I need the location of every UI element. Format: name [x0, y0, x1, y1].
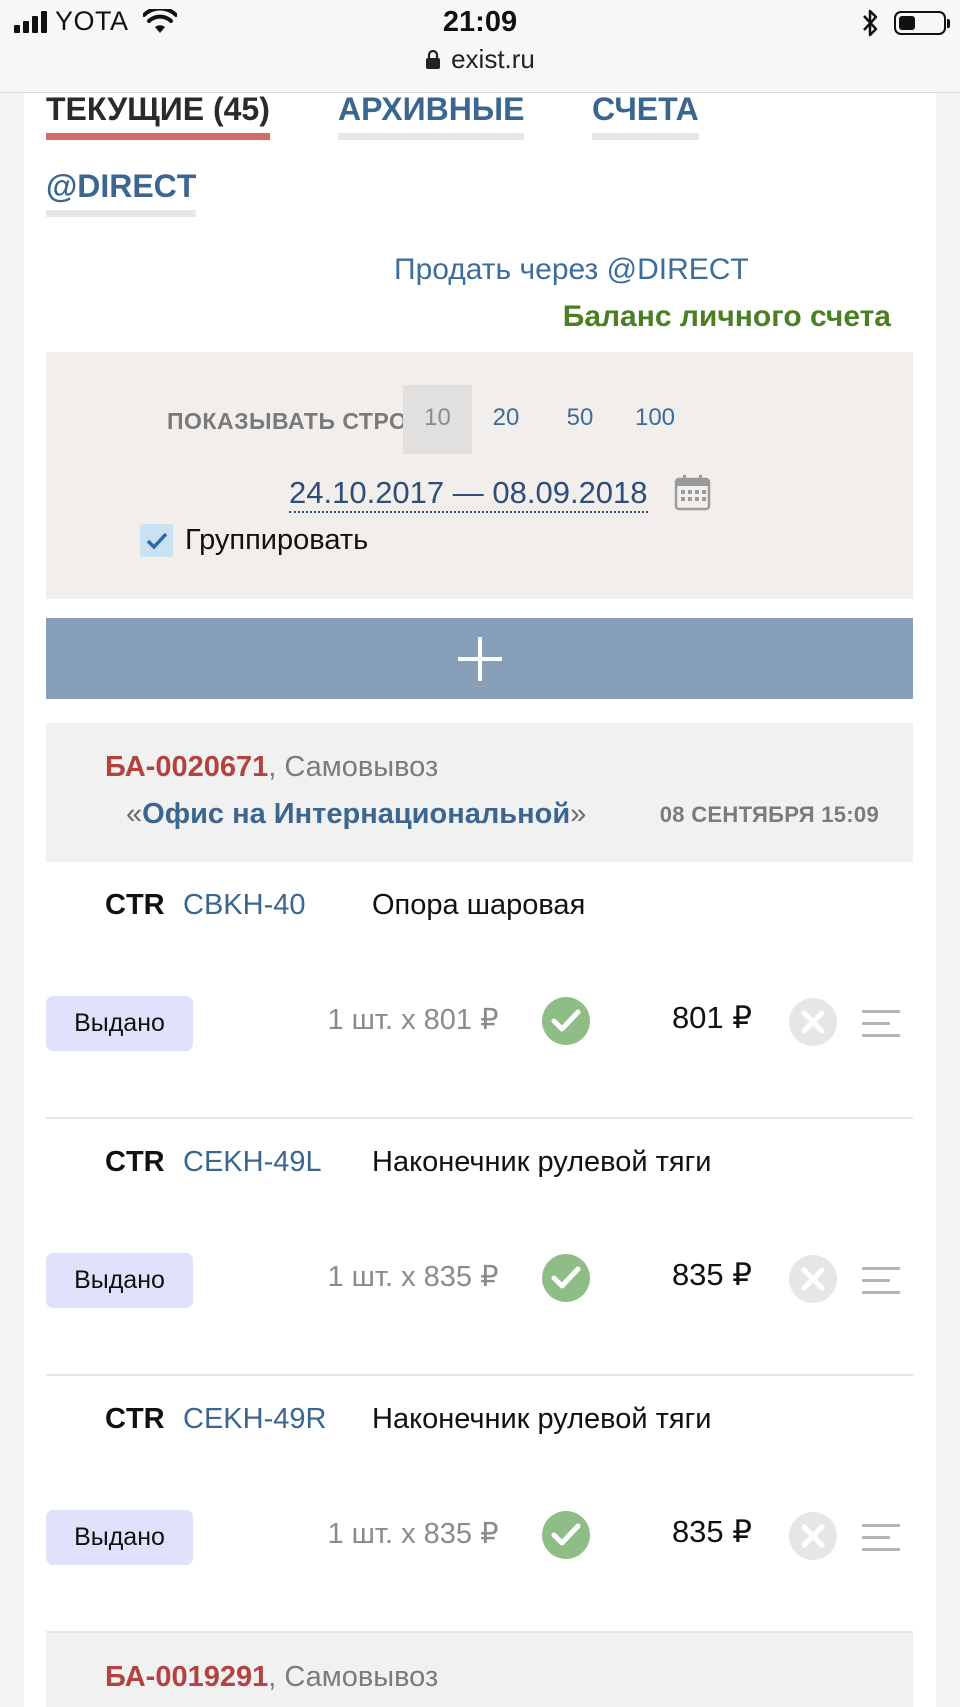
- date-range-picker[interactable]: 24.10.2017 — 08.09.2018: [289, 475, 648, 513]
- group-label: Группировать: [185, 524, 369, 556]
- orders-page: ТЕКУЩИЕ (45) АРХИВНЫЕ СЧЕТА @DIRECT Прод…: [24, 93, 936, 1707]
- item-brand: CTR: [105, 889, 165, 921]
- quote-close: »: [570, 798, 587, 830]
- calendar-icon[interactable]: [674, 474, 711, 511]
- order-id-link[interactable]: БА-0019291: [105, 1661, 268, 1693]
- pickup-office: «Офис на Интернациональной»: [126, 798, 586, 831]
- group-checkbox[interactable]: [140, 524, 173, 557]
- rows-per-page-label: ПОКАЗЫВАТЬ СТРОК:: [167, 408, 431, 434]
- delivery-type: , Самовывоз: [268, 1661, 439, 1693]
- status-right: [860, 8, 950, 38]
- item-quantity: 1 шт. x 835 ₽: [327, 1261, 499, 1293]
- order-item: CTR CEKH-49R Наконечник рулевой тяги Выд…: [46, 1376, 913, 1633]
- url-text: exist.ru: [451, 44, 535, 74]
- clock: 21:09: [442, 6, 518, 38]
- check-circle-icon: [542, 1511, 590, 1559]
- item-brand: CTR: [105, 1403, 165, 1435]
- add-order-button[interactable]: [46, 618, 913, 699]
- item-name: Опора шаровая: [372, 889, 586, 921]
- item-quantity: 1 шт. x 801 ₽: [327, 1004, 499, 1036]
- bluetooth-icon: [863, 9, 878, 37]
- status-badge: Выдано: [46, 996, 193, 1051]
- plus-icon: [457, 636, 502, 681]
- check-circle-icon: [542, 1254, 590, 1302]
- menu-icon[interactable]: [862, 1010, 900, 1038]
- item-brand: CTR: [105, 1146, 165, 1178]
- tab-direct[interactable]: @DIRECT: [46, 170, 197, 217]
- order-header: БА-0019291, Самовывоз: [46, 1633, 913, 1707]
- delivery-type: , Самовывоз: [268, 751, 439, 783]
- cancel-icon[interactable]: [788, 1511, 838, 1561]
- menu-icon[interactable]: [862, 1524, 900, 1552]
- cancel-icon[interactable]: [788, 1254, 838, 1304]
- filter-panel: ПОКАЗЫВАТЬ СТРОК: 10 20 50 100 24.10.201…: [46, 352, 913, 599]
- order-item: CTR CBKH-40 Опора шаровая Выдано 1 шт. x…: [46, 862, 913, 1119]
- status-badge: Выдано: [46, 1510, 193, 1565]
- sell-via-direct-link[interactable]: Продать через @DIRECT: [394, 253, 749, 287]
- tab-current[interactable]: ТЕКУЩИЕ (45): [46, 93, 270, 140]
- lock-icon: [426, 49, 441, 69]
- rows-option-50[interactable]: 50: [554, 385, 606, 454]
- checkmark-icon: [146, 532, 167, 550]
- order-date: 08 СЕНТЯБРЯ 15:09: [659, 802, 879, 827]
- rows-option-20[interactable]: 20: [480, 385, 532, 454]
- item-quantity: 1 шт. x 835 ₽: [327, 1518, 499, 1550]
- order-title: БА-0019291, Самовывоз: [105, 1661, 438, 1694]
- cancel-icon[interactable]: [788, 997, 838, 1047]
- item-code-link[interactable]: CEKH-49R: [183, 1403, 326, 1436]
- status-badge: Выдано: [46, 1253, 193, 1308]
- rows-option-10[interactable]: 10: [403, 385, 472, 454]
- tab-archive[interactable]: АРХИВНЫЕ: [338, 93, 525, 140]
- item-code-link[interactable]: CBKH-40: [183, 889, 306, 922]
- group-toggle-row[interactable]: Группировать: [140, 524, 368, 557]
- order-title: БА-0020671, Самовывоз: [105, 751, 438, 784]
- item-price: 835 ₽: [671, 1257, 752, 1292]
- order-item: CTR CEKH-49L Наконечник рулевой тяги Выд…: [46, 1119, 913, 1376]
- tab-invoices[interactable]: СЧЕТА: [592, 93, 699, 140]
- status-bar: YOTA 21:09 exist.ru: [0, 0, 960, 93]
- menu-icon[interactable]: [862, 1267, 900, 1295]
- check-circle-icon: [542, 997, 590, 1045]
- item-price: 801 ₽: [671, 1000, 752, 1035]
- account-balance-link[interactable]: Баланс личного счета: [563, 300, 891, 334]
- quote-open: «: [126, 798, 143, 830]
- office-link[interactable]: Офис на Интернациональной: [142, 798, 570, 830]
- item-name: Наконечник рулевой тяги: [372, 1146, 712, 1178]
- item-code-link[interactable]: CEKH-49L: [183, 1146, 322, 1179]
- battery-icon: [894, 11, 950, 35]
- item-name: Наконечник рулевой тяги: [372, 1403, 712, 1435]
- order-header: БА-0020671, Самовывоз «Офис на Интернаци…: [46, 723, 913, 862]
- order-id-link[interactable]: БА-0020671: [105, 751, 268, 783]
- item-price: 835 ₽: [671, 1514, 752, 1549]
- rows-option-100[interactable]: 100: [622, 385, 688, 454]
- address-bar[interactable]: exist.ru: [0, 44, 960, 75]
